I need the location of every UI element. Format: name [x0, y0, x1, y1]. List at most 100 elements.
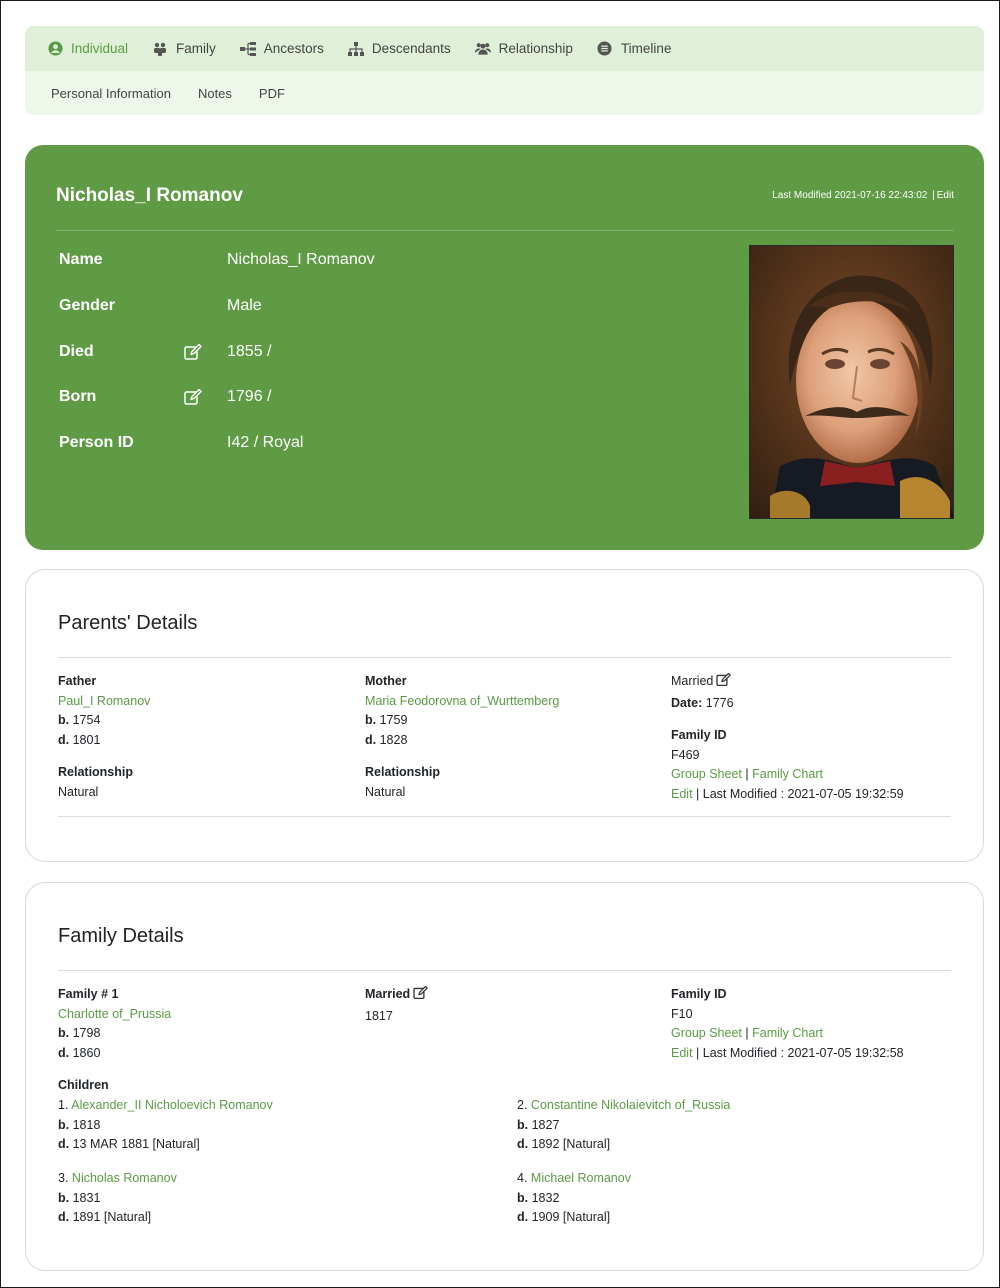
group-icon: [474, 41, 491, 57]
group-sheet-link[interactable]: Group Sheet: [671, 1026, 742, 1040]
tab-relationship[interactable]: Relationship: [474, 41, 573, 57]
person-card: Nicholas_I Romanov Last Modified 2021-07…: [25, 145, 984, 550]
family-edit-row: Edit | Last Modified : 2021-07-05 19:32:…: [671, 1045, 904, 1060]
child-death: d. 1909 [Natural]: [517, 1210, 611, 1225]
subtab-notes[interactable]: Notes: [198, 86, 232, 101]
field-label: Born: [59, 388, 97, 405]
child-link[interactable]: Michael Romanov: [531, 1171, 631, 1185]
married-row: Married: [671, 672, 961, 694]
tab-label: Individual: [71, 41, 129, 56]
field-gender: Gender Male: [59, 294, 262, 318]
tab-descendants[interactable]: Descendants: [347, 41, 451, 57]
separator: |: [932, 190, 935, 201]
family-id-label: Family ID: [671, 728, 727, 743]
father-death: d. 1801: [58, 732, 101, 747]
field-value: Nicholas_I Romanov: [227, 251, 375, 268]
field-person-id: Person ID I42 / Royal: [59, 431, 303, 455]
mother-column: Mother Maria Feodorovna of_Wurttemberg b…: [365, 672, 655, 803]
family-chart-link[interactable]: Family Chart: [752, 1026, 823, 1040]
mother-death: d. 1828: [365, 732, 408, 747]
family-links: Group Sheet | Family Chart: [671, 1026, 823, 1041]
tab-label: Family: [176, 41, 216, 56]
mother-link[interactable]: Maria Feodorovna of_Wurttemberg: [365, 694, 559, 708]
navigation: Individual Family Ancestors Descendants …: [25, 26, 984, 115]
parents-family-column: Married Date: 1776 Family ID F469 Group …: [671, 672, 961, 805]
section-title: Parents' Details: [58, 612, 198, 634]
married-label: Married: [671, 674, 714, 688]
family-edit-link[interactable]: Edit: [671, 1046, 693, 1060]
sitemap-icon: [347, 41, 364, 57]
children-label-block: Children: [58, 1076, 358, 1096]
tab-label: Relationship: [498, 41, 573, 56]
users-icon: [152, 41, 168, 57]
father-link[interactable]: Paul_I Romanov: [58, 694, 150, 708]
child-birth: b. 1832: [517, 1190, 560, 1205]
child-item: 4. Michael Romanov b. 1832 d. 1909 [Natu…: [517, 1169, 957, 1228]
divider: [58, 816, 951, 817]
subtab-pdf[interactable]: PDF: [259, 86, 285, 101]
mother-relationship-value: Natural: [365, 784, 406, 799]
child-death: d. 1891 [Natural]: [58, 1210, 152, 1225]
person-title: Nicholas_I Romanov: [56, 185, 243, 206]
family-chart-link[interactable]: Family Chart: [752, 767, 823, 781]
married-label: Married: [365, 987, 411, 1001]
married-value: 1817: [365, 1008, 393, 1023]
tab-individual[interactable]: Individual: [47, 41, 128, 57]
family-id-value: F469: [671, 747, 700, 762]
field-born: Born 1796 /: [59, 385, 271, 409]
family-id-value: F10: [671, 1006, 693, 1021]
child-link[interactable]: Alexander_II Nicholoevich Romanov: [71, 1098, 273, 1112]
family-id-column: Family ID F10 Group Sheet | Family Chart…: [671, 985, 961, 1063]
section-title: Family Details: [58, 925, 184, 947]
field-name: Name Nicholas_I Romanov: [59, 248, 375, 272]
person-last-modified: Last Modified 2021-07-16 22:43:02 | Edit: [772, 190, 954, 201]
child-birth: b. 1831: [58, 1190, 101, 1205]
mother-birth: b. 1759: [365, 713, 408, 728]
tab-label: Ancestors: [263, 41, 324, 56]
parents-details-card: Parents' Details Father Paul_I Romanov b…: [25, 569, 984, 862]
field-value: 1855 /: [227, 343, 272, 360]
field-value: 1796 /: [227, 388, 272, 405]
tab-timeline[interactable]: Timeline: [597, 41, 672, 57]
child-birth: b. 1827: [517, 1117, 560, 1132]
tab-family[interactable]: Family: [152, 41, 216, 57]
family-last-modified: Last Modified : 2021-07-05 19:32:59: [702, 786, 904, 801]
spouse-link[interactable]: Charlotte of_Prussia: [58, 1007, 171, 1021]
last-modified-text: Last Modified 2021-07-16 22:43:02: [772, 190, 928, 201]
edit-born-icon[interactable]: [184, 386, 227, 408]
person-edit-link[interactable]: Edit: [937, 190, 954, 201]
edit-marriage-icon[interactable]: [413, 985, 429, 1007]
edit-marriage-icon[interactable]: [716, 672, 732, 694]
children-label: Children: [58, 1078, 109, 1092]
child-birth: b. 1818: [58, 1117, 101, 1132]
field-label: Name: [59, 251, 103, 268]
group-sheet-link[interactable]: Group Sheet: [671, 767, 742, 781]
main-tabs: Individual Family Ancestors Descendants …: [25, 26, 984, 71]
tab-ancestors[interactable]: Ancestors: [239, 41, 324, 57]
subtab-personal-information[interactable]: Personal Information: [51, 86, 171, 101]
child-item: 2. Constantine Nikolaievitch of_Russia b…: [517, 1096, 957, 1155]
child-link[interactable]: Constantine Nikolaievitch of_Russia: [531, 1098, 730, 1112]
divider: [56, 230, 954, 231]
spouse-birth: b. 1798: [58, 1026, 101, 1041]
child-death: d. 1892 [Natural]: [517, 1137, 611, 1152]
father-birth: b. 1754: [58, 713, 101, 728]
family-edit-link[interactable]: Edit: [671, 787, 693, 801]
marriage-date: Date: 1776: [671, 695, 734, 710]
family-last-modified: Last Modified : 2021-07-05 19:32:58: [702, 1045, 904, 1060]
divider: [58, 970, 951, 971]
sub-tabs: Personal Information Notes PDF: [25, 71, 984, 115]
field-label: Person ID: [59, 434, 134, 451]
father-column: Father Paul_I Romanov b. 1754 d. 1801 Re…: [58, 672, 348, 803]
family-details-card: Family Details Family # 1 Charlotte of_P…: [25, 882, 984, 1271]
tab-label: Timeline: [620, 41, 672, 56]
portrait-image[interactable]: [749, 245, 954, 519]
child-item: 3. Nicholas Romanov b. 1831 d. 1891 [Nat…: [58, 1169, 498, 1228]
mother-label: Mother: [365, 674, 407, 688]
spouse-column: Family # 1 Charlotte of_Prussia b. 1798 …: [58, 985, 348, 1063]
edit-died-icon[interactable]: [184, 341, 227, 363]
father-relationship-label: Relationship: [58, 765, 134, 780]
child-link[interactable]: Nicholas Romanov: [72, 1171, 177, 1185]
field-value: I42 / Royal: [227, 434, 304, 451]
family-id-label: Family ID: [671, 987, 727, 1001]
